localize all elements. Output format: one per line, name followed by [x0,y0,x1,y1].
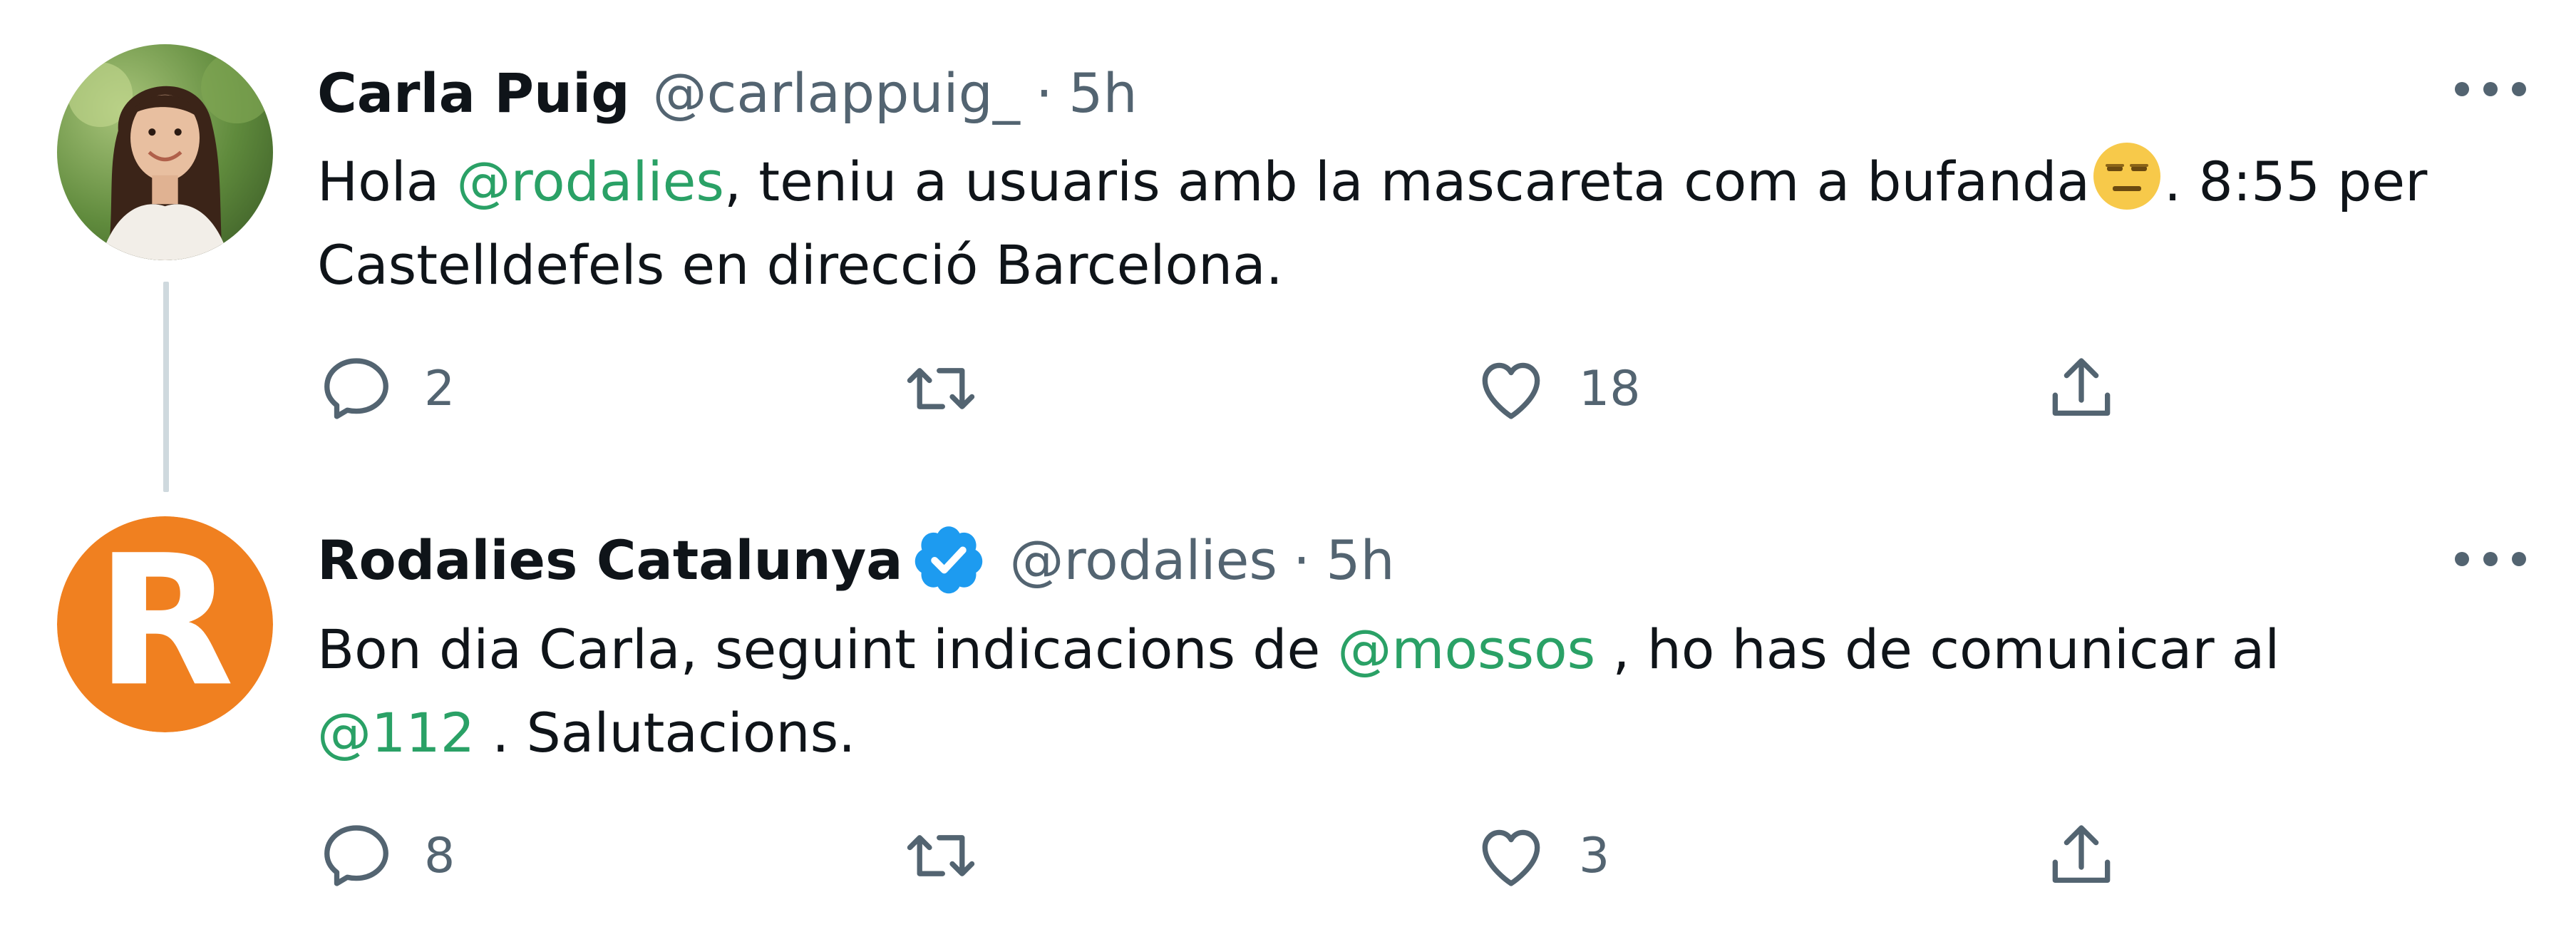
like-button[interactable]: 18 [1472,346,1641,431]
text-segment: Castelldefels en direcció Barcelona. [317,233,1283,297]
text-segment: Bon dia Carla, seguint indicacions de [317,618,1338,681]
woman-portrait-photo [57,44,273,260]
tweet-header: Carla Puig @carlappuig_ · 5h [317,53,1138,132]
svg-text:R: R [96,516,234,726]
tweet-actions: 8 3 [317,813,2242,898]
tweet-text: Bon dia Carla, seguint indicacions de @m… [317,608,2541,774]
author-name[interactable]: Rodalies Catalunya [317,528,903,592]
tweet-actions: 2 18 [317,346,2242,431]
tweet-time[interactable]: 5h [1068,61,1138,125]
author-handle[interactable]: @carlappuig_ [653,61,1020,125]
like-button[interactable]: 3 [1472,813,1609,898]
author-handle[interactable]: @rodalies [1010,528,1277,592]
tweet-rodalies-catalunya[interactable]: R Rodalies Catalunya @rodalies · 5h Bon … [0,485,2576,927]
separator-dot: · [1293,528,1311,592]
like-icon [1482,362,1540,419]
reply-count: 2 [424,360,455,417]
mention-link[interactable]: @rodalies [457,150,724,213]
like-count: 18 [1579,360,1641,417]
text-segment: . Salutacions. [475,701,856,764]
mention-link[interactable]: @112 [317,701,475,764]
separator-dot: · [1035,61,1053,125]
retweet-button[interactable] [902,813,1009,898]
thread-connector-line [163,282,169,492]
more-options-icon[interactable] [2455,75,2526,103]
verified-badge-icon [915,526,982,594]
tweet-text: Hola @rodalies, teniu a usuaris amb la m… [317,140,2541,307]
text-segment: . 8:55 per [2164,150,2428,213]
share-button[interactable] [2042,346,2121,431]
reply-icon [324,358,388,419]
retweet-icon [907,835,975,876]
avatar-rodalies[interactable]: R [57,516,273,732]
mention-link[interactable]: @mossos [1337,618,1595,681]
share-button[interactable] [2042,813,2121,898]
text-segment: Hola [317,150,457,213]
like-icon [1482,829,1540,886]
reply-button[interactable]: 8 [317,813,455,898]
tweet-time[interactable]: 5h [1326,528,1395,592]
author-name[interactable]: Carla Puig [317,61,630,125]
retweet-button[interactable] [902,346,1009,431]
rodalies-logo-icon: R [57,516,273,732]
share-icon [2052,825,2111,884]
reply-count: 8 [424,827,455,884]
retweet-icon [907,368,975,409]
more-options-icon[interactable] [2455,545,2526,573]
text-segment: , ho has de comunicar al [1595,618,2280,681]
tweet-carla-puig[interactable]: Carla Puig @carlappuig_ · 5h Hola @rodal… [0,0,2576,492]
like-count: 3 [1579,827,1610,884]
tweet-header: Rodalies Catalunya @rodalies · 5h [317,521,1395,599]
reply-icon [324,825,388,886]
share-icon [2052,358,2111,416]
text-segment: , teniu a usuaris amb la mascareta com a… [723,150,2091,213]
reply-button[interactable]: 2 [317,346,455,431]
avatar-carla-puig[interactable] [57,44,273,260]
expressionless-face-emoji [2093,143,2161,210]
